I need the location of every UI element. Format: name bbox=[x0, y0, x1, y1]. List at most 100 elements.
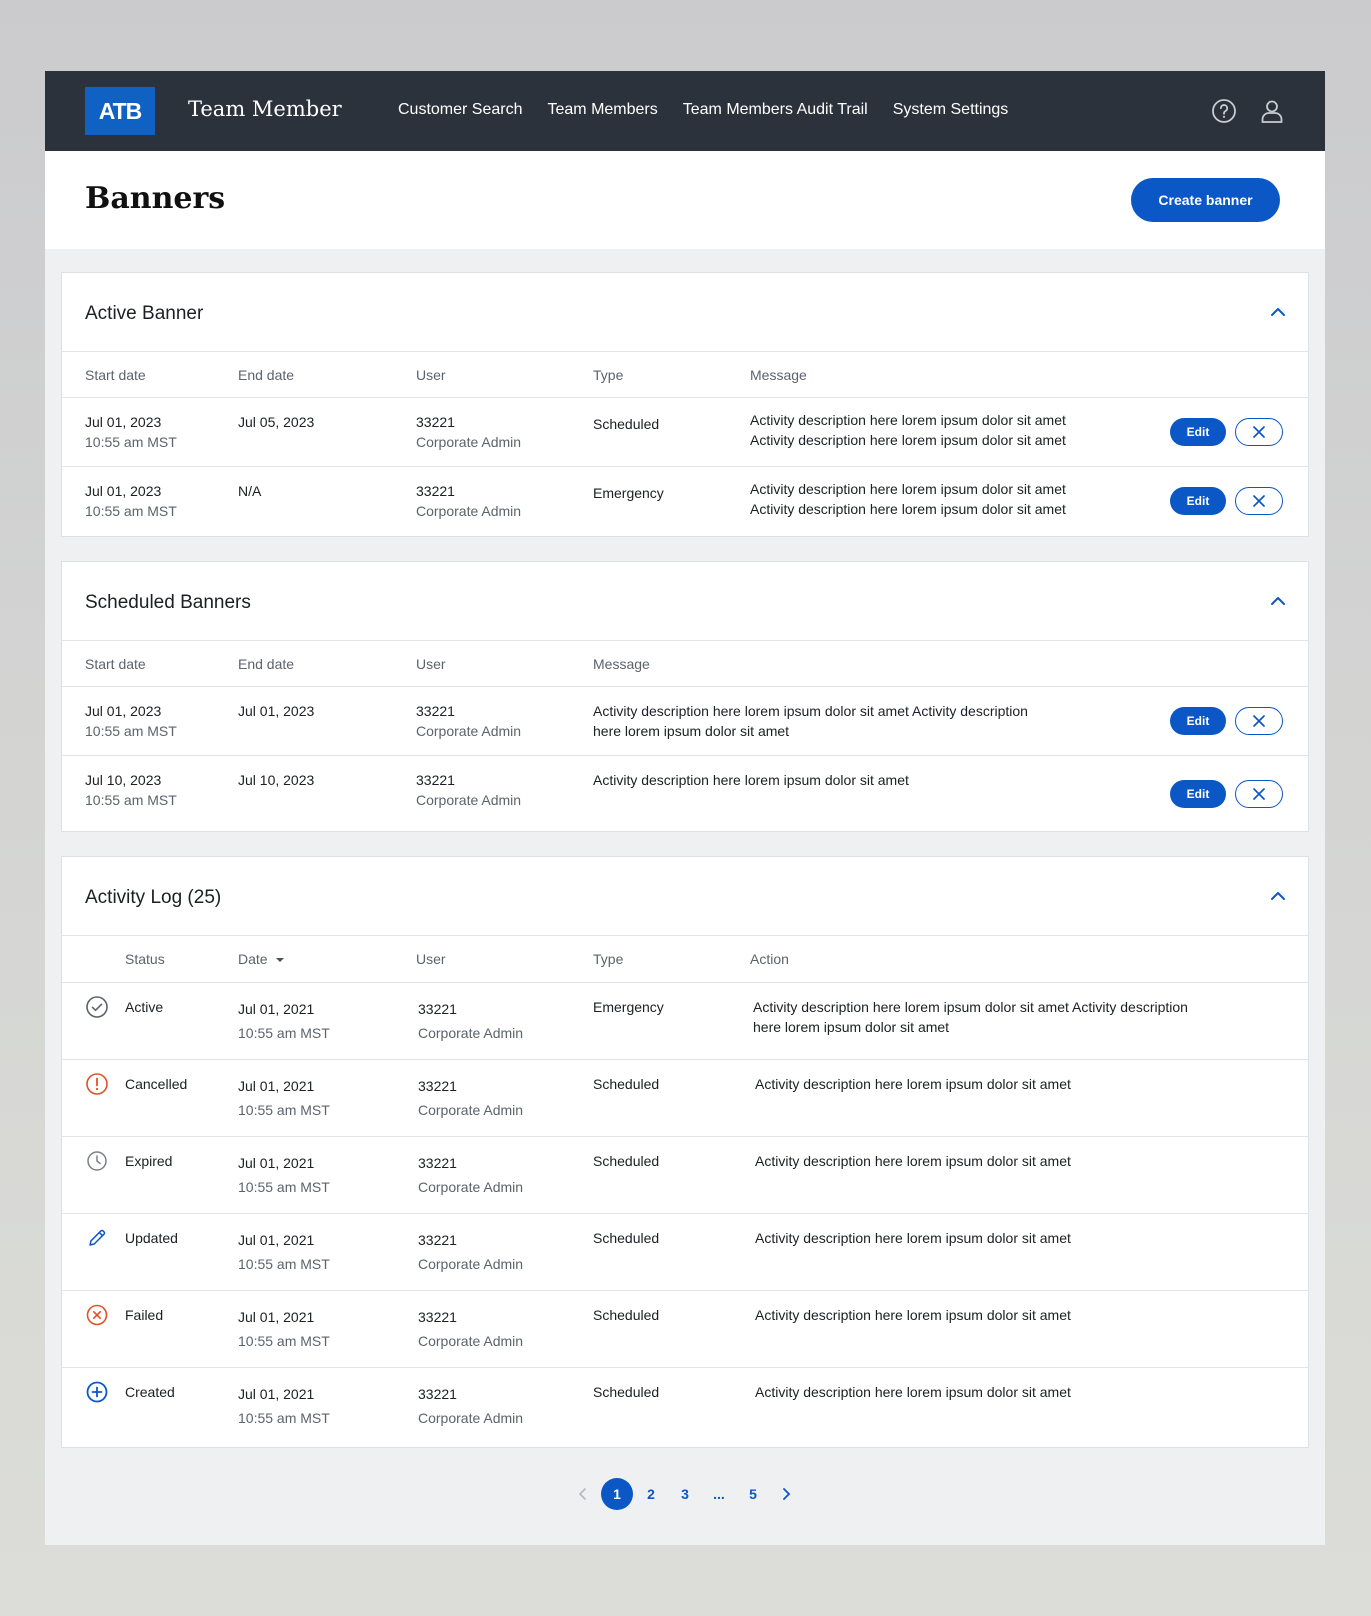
user-role: Corporate Admin bbox=[418, 1256, 524, 1272]
message-cell: Activity description here lorem ipsum do… bbox=[750, 479, 1066, 519]
edit-button[interactable]: Edit bbox=[1170, 418, 1226, 446]
chevron-up-icon[interactable] bbox=[1268, 591, 1288, 611]
message-line: Activity description here lorem ipsum do… bbox=[750, 412, 1066, 428]
atb-logo[interactable]: ATB bbox=[85, 87, 155, 135]
message-line: Activity description here lorem ipsum do… bbox=[593, 703, 1028, 719]
column-header[interactable]: Status bbox=[125, 951, 165, 967]
nav-link-team-members[interactable]: Team Members bbox=[548, 101, 658, 119]
close-icon bbox=[1253, 426, 1265, 438]
time: 10:55 am MST bbox=[238, 1179, 330, 1195]
status-label: Updated bbox=[125, 1230, 178, 1246]
user-cell: 33221 Corporate Admin bbox=[416, 481, 521, 521]
start-date-cell: Jul 01, 2023 10:55 am MST bbox=[85, 412, 177, 452]
column-header[interactable]: User bbox=[416, 951, 446, 967]
column-header[interactable]: User bbox=[416, 367, 446, 383]
user-cell: 33221 Corporate Admin bbox=[418, 1151, 523, 1199]
create-banner-button[interactable]: Create banner bbox=[1131, 178, 1280, 222]
start-date-cell: Jul 10, 2023 10:55 am MST bbox=[85, 770, 177, 810]
end-date: Jul 01, 2023 bbox=[238, 703, 315, 719]
table-header: Start date End date User Type Message bbox=[62, 352, 1308, 398]
user-role: Corporate Admin bbox=[416, 723, 522, 739]
start-date: Jul 10, 2023 bbox=[85, 772, 162, 788]
start-time: 10:55 am MST bbox=[85, 434, 177, 450]
page-header: Banners Create banner bbox=[45, 151, 1325, 249]
table-header: Status Date User Type Action bbox=[62, 936, 1308, 983]
user-cell: 33221 Corporate Admin bbox=[416, 701, 521, 741]
user-role: Corporate Admin bbox=[418, 1025, 524, 1041]
delete-button[interactable] bbox=[1235, 780, 1283, 808]
time: 10:55 am MST bbox=[238, 1410, 330, 1426]
page-ellipsis: ... bbox=[713, 1486, 725, 1502]
date: Jul 01, 2021 bbox=[238, 1386, 315, 1402]
column-header[interactable]: Message bbox=[593, 656, 650, 672]
column-header[interactable]: End date bbox=[238, 656, 294, 672]
page-title: Banners bbox=[85, 181, 226, 216]
nav-link-audit-trail[interactable]: Team Members Audit Trail bbox=[683, 101, 868, 119]
chevron-up-icon[interactable] bbox=[1268, 302, 1288, 322]
page-button-3[interactable]: 3 bbox=[669, 1478, 701, 1510]
column-header[interactable]: Type bbox=[593, 951, 623, 967]
scheduled-banners-header[interactable]: Scheduled Banners bbox=[62, 562, 1308, 641]
close-icon bbox=[1253, 495, 1265, 507]
delete-button[interactable] bbox=[1235, 418, 1283, 446]
date: Jul 01, 2021 bbox=[238, 1001, 315, 1017]
delete-button[interactable] bbox=[1235, 487, 1283, 515]
status-label: Cancelled bbox=[125, 1076, 188, 1092]
type: Emergency bbox=[593, 999, 664, 1015]
column-header[interactable]: User bbox=[416, 656, 446, 672]
user-id: 33221 bbox=[418, 1155, 457, 1171]
prev-page-button[interactable] bbox=[567, 1478, 599, 1510]
user-cell: 33221 Corporate Admin bbox=[416, 412, 521, 452]
table-row: Created Jul 01, 2021 10:55 am MST 33221 Co… bbox=[62, 1368, 1308, 1444]
user-id: 33221 bbox=[418, 1078, 457, 1094]
column-header[interactable]: Type bbox=[593, 367, 623, 383]
start-date: Jul 01, 2023 bbox=[85, 483, 162, 499]
column-header[interactable]: Action bbox=[750, 951, 789, 967]
page-button-1[interactable]: 1 bbox=[601, 1478, 633, 1510]
nav-link-customer-search[interactable]: Customer Search bbox=[398, 101, 523, 119]
user-cell: 33221 Corporate Admin bbox=[418, 1382, 523, 1430]
nav-link-system-settings[interactable]: System Settings bbox=[893, 101, 1009, 119]
user-role: Corporate Admin bbox=[418, 1333, 524, 1349]
user-id: 33221 bbox=[418, 1232, 457, 1248]
chevron-up-icon[interactable] bbox=[1268, 886, 1288, 906]
user-id: 33221 bbox=[418, 1309, 457, 1325]
delete-button[interactable] bbox=[1235, 707, 1283, 735]
user-id: 33221 bbox=[416, 703, 455, 719]
type: Scheduled bbox=[593, 1230, 660, 1246]
end-date: N/A bbox=[238, 483, 262, 499]
user-id: 33221 bbox=[416, 772, 455, 788]
edit-button[interactable]: Edit bbox=[1170, 487, 1226, 515]
user-icon[interactable] bbox=[1259, 98, 1285, 124]
date-cell: Jul 01, 2021 10:55 am MST bbox=[238, 1228, 330, 1276]
column-header: Date bbox=[238, 951, 268, 967]
help-icon[interactable] bbox=[1211, 98, 1237, 124]
column-header[interactable]: Start date bbox=[85, 367, 146, 383]
column-header[interactable]: End date bbox=[238, 367, 294, 383]
edit-button[interactable]: Edit bbox=[1170, 707, 1226, 735]
table-row: Jul 10, 2023 10:55 am MST Jul 10, 2023 33… bbox=[62, 756, 1308, 830]
start-date: Jul 01, 2023 bbox=[85, 414, 162, 430]
table-row: Updated Jul 01, 2021 10:55 am MST 33221 Co… bbox=[62, 1214, 1308, 1291]
next-page-button[interactable] bbox=[770, 1478, 802, 1510]
start-time: 10:55 am MST bbox=[85, 723, 177, 739]
page-button-2[interactable]: 2 bbox=[635, 1478, 667, 1510]
column-header[interactable]: Message bbox=[750, 367, 807, 383]
table-row: Expired Jul 01, 2021 10:55 am MST 33221 Co… bbox=[62, 1137, 1308, 1214]
table-row: Active Jul 01, 2021 10:55 am MST 33221 Cor… bbox=[62, 983, 1308, 1060]
sort-down-icon bbox=[276, 958, 285, 962]
app-frame: ATB Team Member Customer Search Team Mem… bbox=[45, 71, 1325, 1545]
scheduled-banners-card: Scheduled Banners Start date End date Us… bbox=[61, 561, 1309, 832]
activity-log-header[interactable]: Activity Log (25) bbox=[62, 857, 1308, 936]
page-button-5[interactable]: 5 bbox=[737, 1478, 769, 1510]
message-cell: Activity description here lorem ipsum do… bbox=[593, 701, 1028, 741]
edit-button[interactable]: Edit bbox=[1170, 780, 1226, 808]
message-line: here lorem ipsum dolor sit amet bbox=[593, 723, 790, 739]
action: Activity description here lorem ipsum do… bbox=[755, 1153, 1071, 1169]
column-header[interactable]: Start date bbox=[85, 656, 146, 672]
date-cell: Jul 01, 2021 10:55 am MST bbox=[238, 1305, 330, 1353]
active-banner-header[interactable]: Active Banner bbox=[62, 273, 1308, 352]
date-sort-header[interactable]: Date bbox=[238, 951, 285, 967]
action: Activity description here lorem ipsum do… bbox=[755, 1307, 1071, 1323]
start-date-cell: Jul 01, 2023 10:55 am MST bbox=[85, 701, 177, 741]
